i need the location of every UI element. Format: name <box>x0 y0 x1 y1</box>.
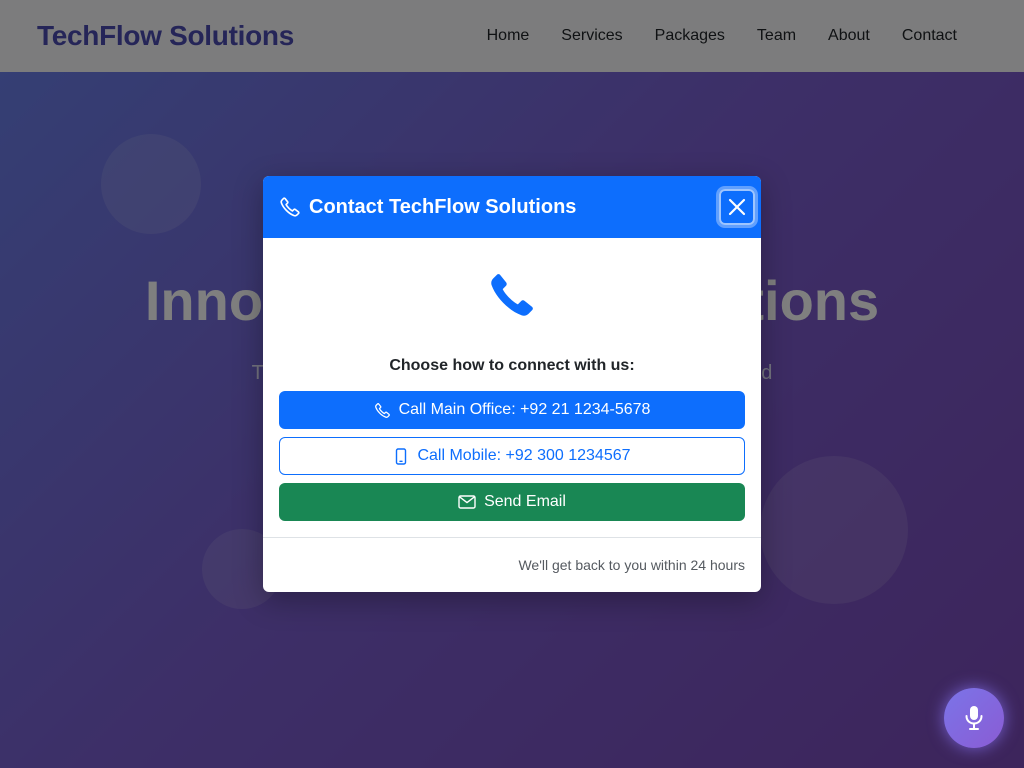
microphone-icon <box>963 705 985 731</box>
contact-modal: Contact TechFlow Solutions Choose how to… <box>263 176 761 592</box>
envelope-icon <box>458 495 476 509</box>
phone-icon <box>279 196 301 218</box>
phone-icon <box>486 269 538 326</box>
phone-icon <box>374 402 391 419</box>
call-mobile-label: Call Mobile: +92 300 1234567 <box>417 447 631 464</box>
connect-prompt: Choose how to connect with us: <box>389 357 635 374</box>
response-time-note: We'll get back to you within 24 hours <box>518 557 745 573</box>
close-icon <box>727 197 747 217</box>
modal-header: Contact TechFlow Solutions <box>263 176 761 238</box>
call-main-office-label: Call Main Office: +92 21 1234-5678 <box>398 401 651 418</box>
call-main-office-button[interactable]: Call Main Office: +92 21 1234-5678 <box>279 391 745 429</box>
close-button[interactable] <box>719 189 755 225</box>
call-mobile-button[interactable]: Call Mobile: +92 300 1234567 <box>279 437 745 475</box>
voice-assistant-button[interactable] <box>944 688 1004 748</box>
send-email-button[interactable]: Send Email <box>279 483 745 521</box>
modal-body: Choose how to connect with us: Call Main… <box>263 238 761 537</box>
modal-title: Contact TechFlow Solutions <box>309 195 577 218</box>
modal-footer: We'll get back to you within 24 hours <box>263 537 761 592</box>
send-email-label: Send Email <box>484 493 566 510</box>
mobile-phone-icon <box>393 447 409 465</box>
